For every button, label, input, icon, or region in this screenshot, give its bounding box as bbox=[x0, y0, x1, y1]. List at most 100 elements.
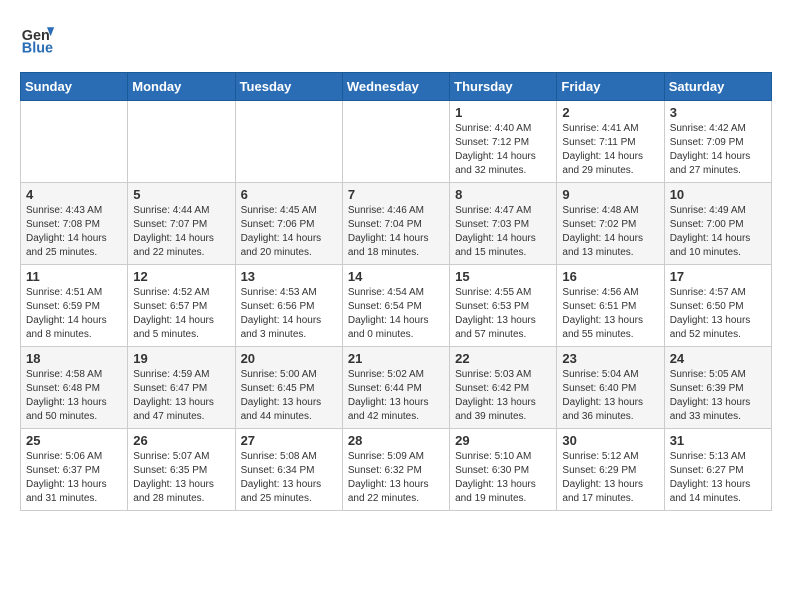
calendar-cell: 9 Sunrise: 4:48 AMSunset: 7:02 PMDaylight… bbox=[557, 183, 664, 265]
page-header: Gen Blue bbox=[20, 20, 772, 56]
day-info: Sunrise: 4:47 AMSunset: 7:03 PMDaylight:… bbox=[455, 204, 551, 260]
day-info: Sunrise: 4:57 AMSunset: 6:50 PMDaylight:… bbox=[670, 286, 766, 342]
day-info: Sunrise: 5:12 AMSunset: 6:29 PMDaylight:… bbox=[562, 450, 658, 506]
day-info: Sunrise: 4:58 AMSunset: 6:48 PMDaylight:… bbox=[26, 368, 122, 424]
day-info: Sunrise: 4:51 AMSunset: 6:59 PMDaylight:… bbox=[26, 286, 122, 342]
day-number: 22 bbox=[455, 351, 551, 366]
day-number: 12 bbox=[133, 269, 229, 284]
day-number: 30 bbox=[562, 433, 658, 448]
calendar-week-row: 11 Sunrise: 4:51 AMSunset: 6:59 PMDayligh… bbox=[21, 265, 772, 347]
calendar-cell: 16 Sunrise: 4:56 AMSunset: 6:51 PMDayligh… bbox=[557, 265, 664, 347]
day-info: Sunrise: 5:09 AMSunset: 6:32 PMDaylight:… bbox=[348, 450, 444, 506]
day-info: Sunrise: 5:06 AMSunset: 6:37 PMDaylight:… bbox=[26, 450, 122, 506]
day-number: 14 bbox=[348, 269, 444, 284]
day-number: 7 bbox=[348, 187, 444, 202]
calendar-cell: 30 Sunrise: 5:12 AMSunset: 6:29 PMDayligh… bbox=[557, 429, 664, 511]
calendar-cell: 13 Sunrise: 4:53 AMSunset: 6:56 PMDayligh… bbox=[235, 265, 342, 347]
day-of-week-header: Sunday bbox=[21, 73, 128, 101]
svg-text:Blue: Blue bbox=[22, 40, 53, 56]
day-number: 13 bbox=[241, 269, 337, 284]
day-info: Sunrise: 4:48 AMSunset: 7:02 PMDaylight:… bbox=[562, 204, 658, 260]
day-info: Sunrise: 5:04 AMSunset: 6:40 PMDaylight:… bbox=[562, 368, 658, 424]
day-info: Sunrise: 4:40 AMSunset: 7:12 PMDaylight:… bbox=[455, 122, 551, 178]
calendar-week-row: 4 Sunrise: 4:43 AMSunset: 7:08 PMDaylight… bbox=[21, 183, 772, 265]
day-number: 10 bbox=[670, 187, 766, 202]
calendar-cell: 23 Sunrise: 5:04 AMSunset: 6:40 PMDayligh… bbox=[557, 347, 664, 429]
calendar-cell: 7 Sunrise: 4:46 AMSunset: 7:04 PMDaylight… bbox=[342, 183, 449, 265]
day-info: Sunrise: 4:49 AMSunset: 7:00 PMDaylight:… bbox=[670, 204, 766, 260]
calendar-cell: 21 Sunrise: 5:02 AMSunset: 6:44 PMDayligh… bbox=[342, 347, 449, 429]
logo-icon: Gen Blue bbox=[20, 20, 56, 56]
calendar-cell: 1 Sunrise: 4:40 AMSunset: 7:12 PMDaylight… bbox=[450, 101, 557, 183]
calendar-cell: 4 Sunrise: 4:43 AMSunset: 7:08 PMDaylight… bbox=[21, 183, 128, 265]
calendar-cell: 11 Sunrise: 4:51 AMSunset: 6:59 PMDayligh… bbox=[21, 265, 128, 347]
day-number: 23 bbox=[562, 351, 658, 366]
day-of-week-header: Friday bbox=[557, 73, 664, 101]
day-info: Sunrise: 4:42 AMSunset: 7:09 PMDaylight:… bbox=[670, 122, 766, 178]
day-number: 5 bbox=[133, 187, 229, 202]
calendar-cell: 12 Sunrise: 4:52 AMSunset: 6:57 PMDayligh… bbox=[128, 265, 235, 347]
calendar-cell bbox=[21, 101, 128, 183]
calendar-cell: 10 Sunrise: 4:49 AMSunset: 7:00 PMDayligh… bbox=[664, 183, 771, 265]
day-number: 27 bbox=[241, 433, 337, 448]
day-number: 31 bbox=[670, 433, 766, 448]
day-number: 26 bbox=[133, 433, 229, 448]
calendar-cell: 31 Sunrise: 5:13 AMSunset: 6:27 PMDayligh… bbox=[664, 429, 771, 511]
day-number: 11 bbox=[26, 269, 122, 284]
day-info: Sunrise: 4:44 AMSunset: 7:07 PMDaylight:… bbox=[133, 204, 229, 260]
day-info: Sunrise: 5:02 AMSunset: 6:44 PMDaylight:… bbox=[348, 368, 444, 424]
calendar-cell: 5 Sunrise: 4:44 AMSunset: 7:07 PMDaylight… bbox=[128, 183, 235, 265]
day-info: Sunrise: 4:53 AMSunset: 6:56 PMDaylight:… bbox=[241, 286, 337, 342]
calendar-table: SundayMondayTuesdayWednesdayThursdayFrid… bbox=[20, 72, 772, 511]
calendar-cell: 2Sunrise: 4:41 AMSunset: 7:11 PMDaylight… bbox=[557, 101, 664, 183]
day-number: 21 bbox=[348, 351, 444, 366]
calendar-cell: 29Sunrise: 5:10 AMSunset: 6:30 PMDayligh… bbox=[450, 429, 557, 511]
calendar-cell: 27 Sunrise: 5:08 AMSunset: 6:34 PMDayligh… bbox=[235, 429, 342, 511]
day-info: Sunrise: 4:45 AMSunset: 7:06 PMDaylight:… bbox=[241, 204, 337, 260]
day-info: Sunrise: 4:43 AMSunset: 7:08 PMDaylight:… bbox=[26, 204, 122, 260]
day-number: 19 bbox=[133, 351, 229, 366]
calendar-cell: 20Sunrise: 5:00 AMSunset: 6:45 PMDayligh… bbox=[235, 347, 342, 429]
day-info: Sunrise: 4:54 AMSunset: 6:54 PMDaylight:… bbox=[348, 286, 444, 342]
day-info: Sunrise: 5:05 AMSunset: 6:39 PMDaylight:… bbox=[670, 368, 766, 424]
day-info: Sunrise: 4:56 AMSunset: 6:51 PMDaylight:… bbox=[562, 286, 658, 342]
day-info: Sunrise: 4:46 AMSunset: 7:04 PMDaylight:… bbox=[348, 204, 444, 260]
day-of-week-header: Thursday bbox=[450, 73, 557, 101]
day-of-week-header: Saturday bbox=[664, 73, 771, 101]
day-number: 18 bbox=[26, 351, 122, 366]
day-number: 4 bbox=[26, 187, 122, 202]
calendar-cell: 8 Sunrise: 4:47 AMSunset: 7:03 PMDaylight… bbox=[450, 183, 557, 265]
day-info: Sunrise: 4:59 AMSunset: 6:47 PMDaylight:… bbox=[133, 368, 229, 424]
day-number: 6 bbox=[241, 187, 337, 202]
calendar-cell: 28 Sunrise: 5:09 AMSunset: 6:32 PMDayligh… bbox=[342, 429, 449, 511]
day-number: 2 bbox=[562, 105, 658, 120]
logo: Gen Blue bbox=[20, 20, 62, 56]
day-number: 16 bbox=[562, 269, 658, 284]
calendar-cell bbox=[235, 101, 342, 183]
calendar-cell bbox=[128, 101, 235, 183]
calendar-cell: 19 Sunrise: 4:59 AMSunset: 6:47 PMDayligh… bbox=[128, 347, 235, 429]
calendar-cell: 25 Sunrise: 5:06 AMSunset: 6:37 PMDayligh… bbox=[21, 429, 128, 511]
day-number: 9 bbox=[562, 187, 658, 202]
day-number: 3 bbox=[670, 105, 766, 120]
day-info: Sunrise: 5:10 AMSunset: 6:30 PMDaylight:… bbox=[455, 450, 551, 506]
day-number: 28 bbox=[348, 433, 444, 448]
day-info: Sunrise: 5:00 AMSunset: 6:45 PMDaylight:… bbox=[241, 368, 337, 424]
calendar-cell: 18 Sunrise: 4:58 AMSunset: 6:48 PMDayligh… bbox=[21, 347, 128, 429]
day-info: Sunrise: 4:52 AMSunset: 6:57 PMDaylight:… bbox=[133, 286, 229, 342]
calendar-header-row: SundayMondayTuesdayWednesdayThursdayFrid… bbox=[21, 73, 772, 101]
day-number: 17 bbox=[670, 269, 766, 284]
day-number: 1 bbox=[455, 105, 551, 120]
day-info: Sunrise: 5:13 AMSunset: 6:27 PMDaylight:… bbox=[670, 450, 766, 506]
day-number: 25 bbox=[26, 433, 122, 448]
day-info: Sunrise: 5:08 AMSunset: 6:34 PMDaylight:… bbox=[241, 450, 337, 506]
calendar-week-row: 25 Sunrise: 5:06 AMSunset: 6:37 PMDayligh… bbox=[21, 429, 772, 511]
calendar-cell bbox=[342, 101, 449, 183]
day-of-week-header: Monday bbox=[128, 73, 235, 101]
day-info: Sunrise: 4:55 AMSunset: 6:53 PMDaylight:… bbox=[455, 286, 551, 342]
calendar-cell: 17 Sunrise: 4:57 AMSunset: 6:50 PMDayligh… bbox=[664, 265, 771, 347]
day-number: 8 bbox=[455, 187, 551, 202]
calendar-cell: 6 Sunrise: 4:45 AMSunset: 7:06 PMDaylight… bbox=[235, 183, 342, 265]
calendar-cell: 14 Sunrise: 4:54 AMSunset: 6:54 PMDayligh… bbox=[342, 265, 449, 347]
calendar-cell: 3 Sunrise: 4:42 AMSunset: 7:09 PMDaylight… bbox=[664, 101, 771, 183]
